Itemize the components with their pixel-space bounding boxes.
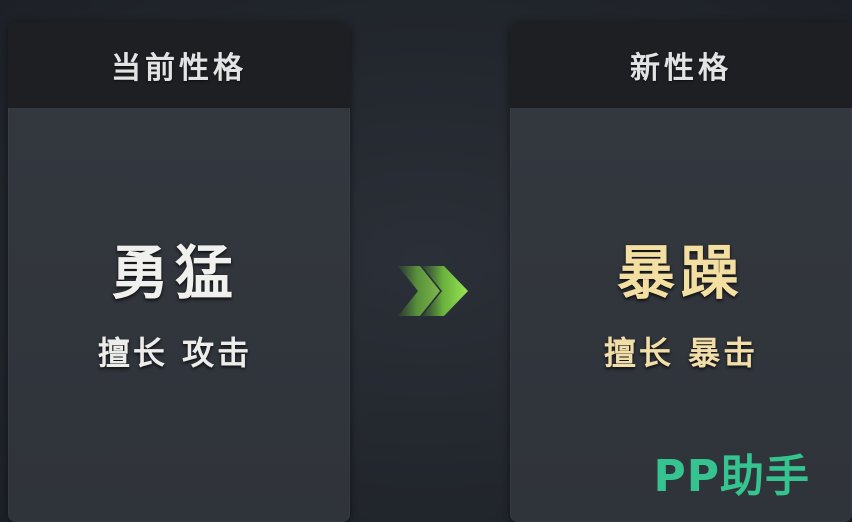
new-personality-title: 新性格 [630,51,732,86]
current-personality-title: 当前性格 [111,51,247,86]
new-trait-description: 擅长 暴击 [603,334,759,372]
double-chevron-right-icon [398,266,468,316]
pp-assistant-watermark: PP助手 [653,451,810,502]
new-personality-header: 新性格 [510,22,852,108]
current-trait-name: 勇猛 [110,239,239,307]
current-personality-header: 当前性格 [8,22,350,108]
new-trait-name: 暴躁 [616,239,745,307]
current-personality-body: 勇猛 擅长 攻击 [8,108,350,522]
current-personality-panel: 当前性格 勇猛 擅长 攻击 [8,22,350,522]
current-trait-description: 擅长 攻击 [97,334,253,372]
